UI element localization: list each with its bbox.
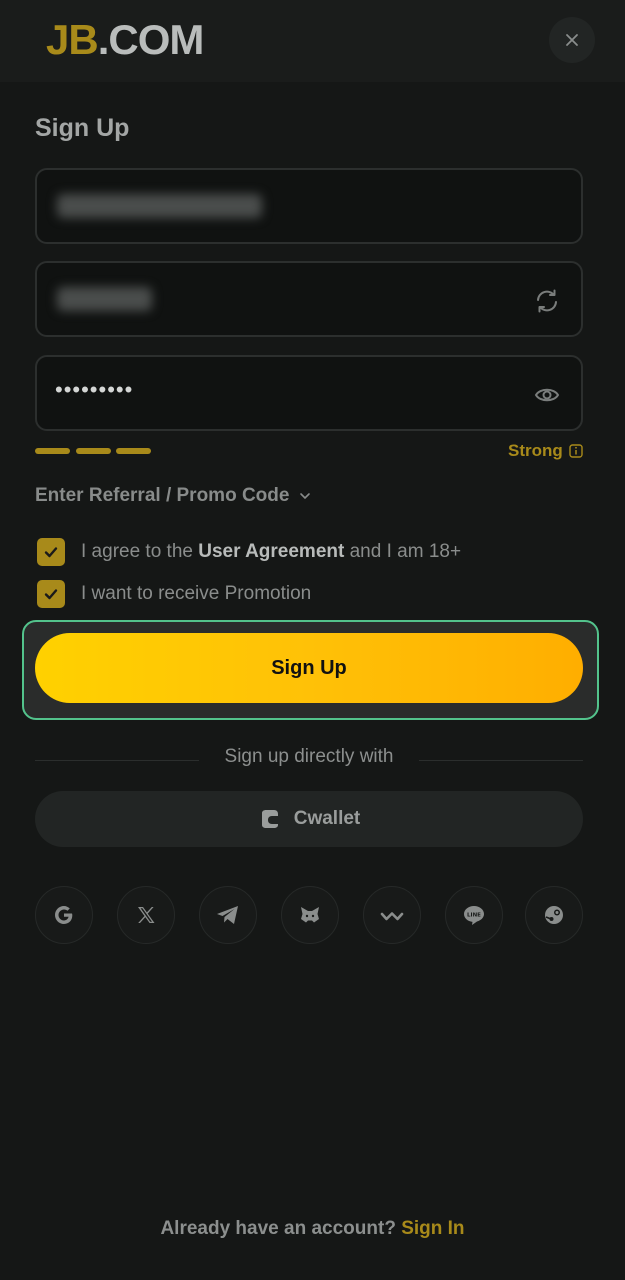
walletconnect-button[interactable] xyxy=(363,886,421,944)
google-icon xyxy=(55,906,73,924)
cwallet-icon xyxy=(261,810,278,828)
referral-label: Enter Referral / Promo Code xyxy=(35,485,290,506)
username-value: •••••••••• xyxy=(57,287,152,311)
line-button[interactable]: LINE xyxy=(445,886,503,944)
strength-bar xyxy=(116,448,151,454)
email-field[interactable]: •••••••••••••••••• xyxy=(35,168,583,244)
password-field[interactable]: ••••••••• xyxy=(35,355,583,431)
password-value: ••••••••• xyxy=(55,377,134,402)
steam-icon xyxy=(545,906,563,924)
username-field[interactable]: •••••••••• xyxy=(35,261,583,337)
user-agreement-link[interactable]: User Agreement xyxy=(198,541,344,562)
check-icon xyxy=(44,589,58,600)
google-button[interactable] xyxy=(35,886,93,944)
metamask-icon xyxy=(301,907,319,923)
cwallet-button[interactable]: Cwallet xyxy=(35,791,583,847)
strength-indicator: Strong xyxy=(508,441,583,461)
telegram-button[interactable] xyxy=(199,886,257,944)
close-button[interactable] xyxy=(549,17,595,63)
sign-in-link[interactable]: Sign In xyxy=(401,1218,464,1239)
chevron-down-icon xyxy=(300,493,311,500)
footer-prompt: Already have an account? xyxy=(160,1218,402,1239)
agreement-prefix: I agree to the xyxy=(81,541,199,562)
page-title: Sign Up xyxy=(35,114,130,142)
eye-icon[interactable] xyxy=(533,381,561,409)
x-icon xyxy=(138,907,155,923)
promotion-label: I want to receive Promotion xyxy=(81,583,312,604)
strength-bar xyxy=(35,448,70,454)
strength-label: Strong xyxy=(508,441,563,460)
agreement-suffix: and I am 18+ xyxy=(344,541,462,562)
telegram-icon xyxy=(217,906,238,924)
line-icon: LINE xyxy=(464,906,484,925)
agreement-text: I agree to the User Agreement and I am 1… xyxy=(81,541,461,563)
referral-code-toggle[interactable]: Enter Referral / Promo Code xyxy=(35,485,311,507)
steam-button[interactable] xyxy=(525,886,583,944)
sign-up-button[interactable]: Sign Up xyxy=(35,633,583,703)
metamask-button[interactable] xyxy=(281,886,339,944)
logo-jb: JB xyxy=(46,16,99,63)
svg-text:LINE: LINE xyxy=(467,913,481,919)
info-icon[interactable] xyxy=(569,444,583,458)
strength-bar xyxy=(76,448,111,454)
agreement-row[interactable]: I agree to the User Agreement and I am 1… xyxy=(37,538,461,566)
promotion-checkbox[interactable] xyxy=(37,580,65,608)
footer: Already have an account? Sign In xyxy=(0,1218,625,1240)
walletconnect-icon xyxy=(380,912,404,921)
check-icon xyxy=(44,547,58,558)
refresh-icon[interactable] xyxy=(533,287,561,315)
divider-text: Sign up directly with xyxy=(224,746,394,767)
jb-logo[interactable]: JB.COM xyxy=(46,16,205,63)
top-bar: JB.COM xyxy=(0,0,625,82)
divider: Sign up directly with xyxy=(35,746,583,774)
logo-com: .COM xyxy=(97,16,205,63)
promotion-row[interactable]: I want to receive Promotion xyxy=(37,580,311,608)
email-value: •••••••••••••••••• xyxy=(57,194,262,218)
agreement-checkbox[interactable] xyxy=(37,538,65,566)
close-icon xyxy=(566,34,578,46)
x-button[interactable] xyxy=(117,886,175,944)
cwallet-label: Cwallet xyxy=(293,808,361,829)
